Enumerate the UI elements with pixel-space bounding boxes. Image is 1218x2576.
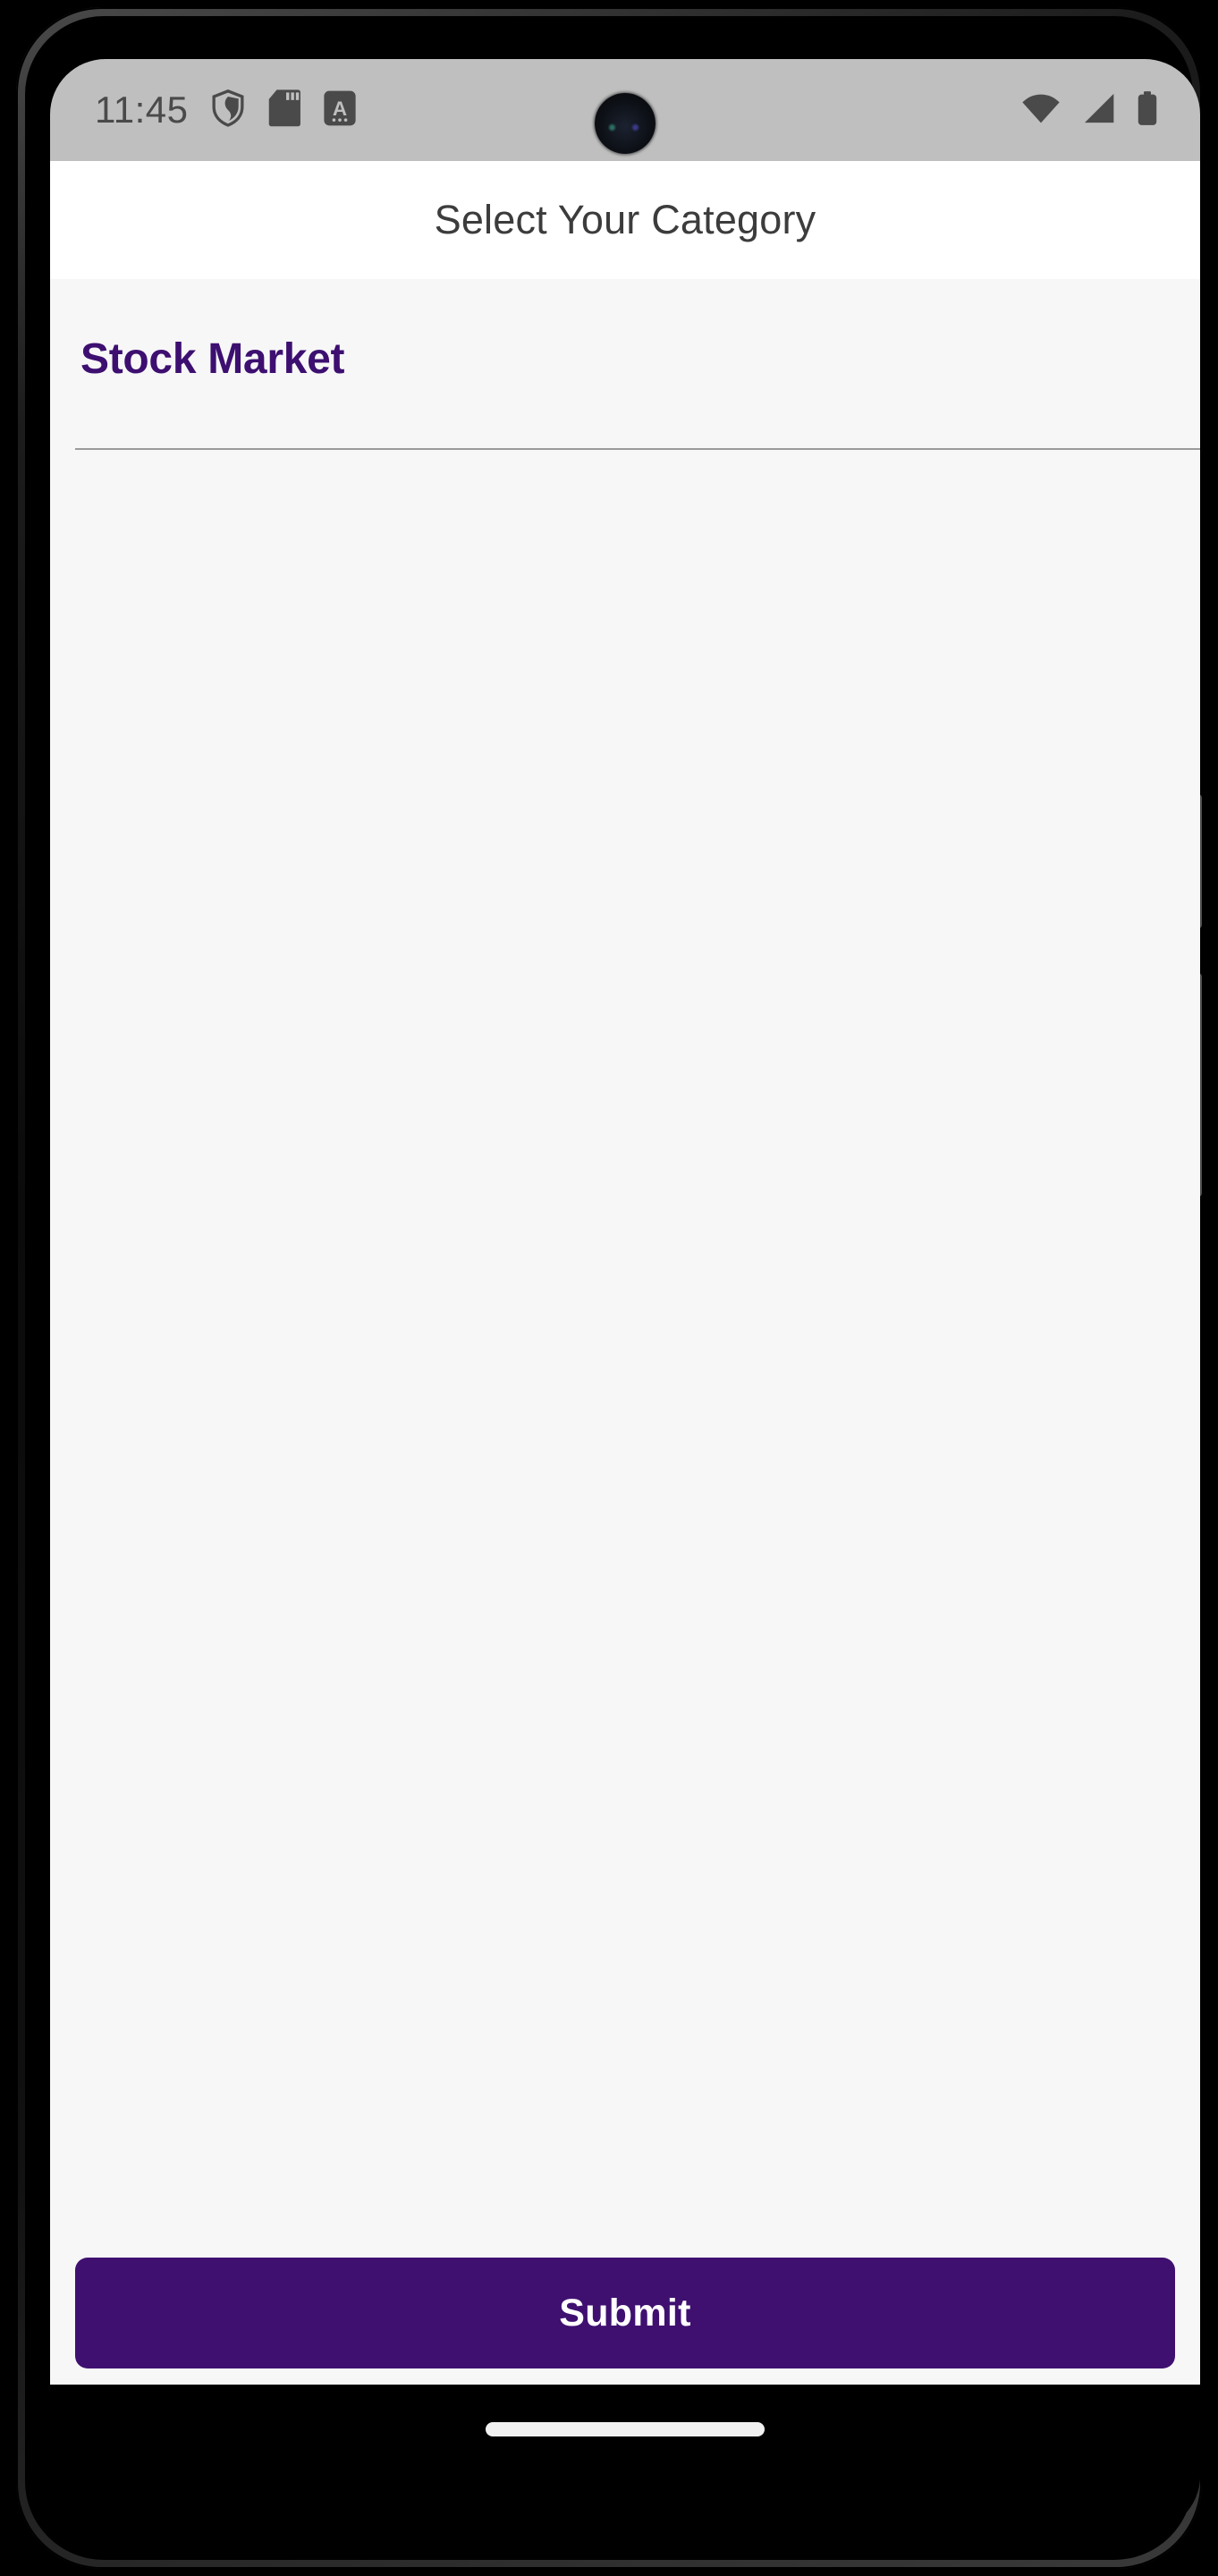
front-camera-punch-hole [595, 93, 656, 154]
sd-card-icon [267, 89, 301, 132]
status-clock: 11:45 [95, 89, 189, 131]
section-divider [75, 448, 1200, 450]
section-heading-stock-market: Stock Market [80, 335, 345, 383]
svg-text:A: A [332, 97, 346, 119]
camera-glint-left [609, 124, 616, 131]
letter-a-badge-icon: A [323, 89, 357, 131]
battery-icon [1136, 90, 1159, 131]
camera-glint-right [632, 124, 639, 131]
page-title: Select Your Category [434, 197, 816, 242]
phone-screen: 11:45 A Select Your Category Stock Marke… [50, 59, 1200, 2531]
status-bar-left-group: 11:45 A [95, 89, 357, 132]
device-frame: 11:45 A Select Your Category Stock Marke… [16, 7, 1202, 2569]
footer-bar: Submit [50, 2241, 1200, 2385]
status-bar-right-group [1021, 90, 1159, 131]
app-bar: Select Your Category [50, 161, 1200, 279]
cellular-signal-icon [1080, 92, 1116, 129]
submit-button[interactable]: Submit [75, 2258, 1175, 2368]
system-navigation-bar [50, 2385, 1200, 2531]
gesture-home-pill[interactable] [486, 2422, 765, 2436]
category-content-area: Stock Market [50, 279, 1200, 2385]
wifi-icon [1021, 92, 1061, 129]
shield-icon [210, 89, 246, 132]
